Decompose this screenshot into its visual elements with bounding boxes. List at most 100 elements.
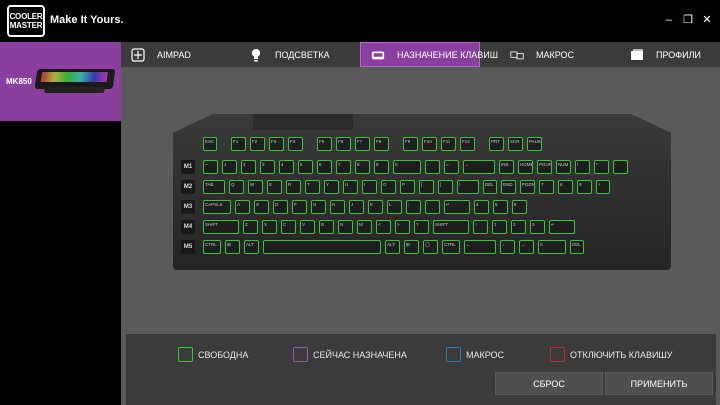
close-icon[interactable]: ✕ [701,14,713,26]
key-2-2[interactable]: W [248,180,263,194]
key-4-10[interactable]: ? [414,220,429,234]
key-2-11[interactable]: [ [419,180,434,194]
macro-key-m5[interactable]: M5 [181,240,195,254]
key-3-12[interactable]: ↵ [444,200,470,214]
key-1-18[interactable]: / [575,160,590,174]
key-1-14[interactable]: INS [499,160,514,174]
key-1-5[interactable]: 5 [298,160,313,174]
key-0-10[interactable]: F10 [422,137,437,151]
key-5-0[interactable]: CTRL [203,240,221,254]
key-5-6[interactable]: ◯ [423,240,438,254]
key-0-6[interactable]: F6 [336,137,351,151]
key-1-13[interactable]: ← [463,160,495,174]
key-1-6[interactable]: 6 [317,160,332,174]
key-2-12[interactable]: ] [438,180,453,194]
key-2-20[interactable]: + [596,180,610,194]
key-5-5[interactable]: ⊞ [404,240,419,254]
tab-key-assignment[interactable]: НАЗНАЧЕНИЕ КЛАВИШ [360,42,498,67]
key-1-17[interactable]: NUM [556,160,571,174]
key-3-4[interactable]: F [292,200,307,214]
key-1-9[interactable]: 9 [374,160,389,174]
tab-macro[interactable]: МАКРОС [480,42,600,67]
key-0-15[interactable]: PAUSE [527,137,542,151]
key-1-3[interactable]: 3 [260,160,275,174]
key-2-17[interactable]: 7 [539,180,554,194]
key-1-0[interactable]: ~ [203,160,218,174]
key-2-5[interactable]: T [305,180,320,194]
key-2-19[interactable]: 9 [577,180,592,194]
key-5-1[interactable]: ⊞ [225,240,240,254]
key-3-13[interactable]: 4 [474,200,489,214]
key-3-8[interactable]: K [368,200,383,214]
key-3-14[interactable]: 5 [493,200,508,214]
key-5-12[interactable]: DEL [570,240,584,254]
key-0-4[interactable]: F4 [288,137,303,151]
key-4-3[interactable]: C [281,220,296,234]
key-0-7[interactable]: F7 [355,137,370,151]
key-4-7[interactable]: M [357,220,372,234]
tab-profiles[interactable]: ПРОФИЛИ [600,42,720,67]
key-2-9[interactable]: O [381,180,396,194]
key-0-12[interactable]: F12 [460,137,475,151]
key-2-0[interactable]: TAB [203,180,225,194]
tab-lighting[interactable]: ПОДСВЕТКА [239,42,360,67]
key-5-9[interactable]: ↓ [500,240,515,254]
key-5-11[interactable]: 0 [538,240,566,254]
key-4-0[interactable]: SHIFT [203,220,239,234]
macro-key-m1[interactable]: M1 [181,160,195,174]
key-4-16[interactable]: ↵ [549,220,575,234]
key-1-10[interactable]: 0 [393,160,421,174]
key-2-13[interactable]: \ [457,180,479,194]
key-2-10[interactable]: P [400,180,415,194]
reset-button[interactable]: СБРОС [495,372,603,395]
key-3-11[interactable]: ' [425,200,440,214]
key-4-11[interactable]: SHIFT [433,220,469,234]
key-4-9[interactable]: > [395,220,410,234]
minimize-icon[interactable]: ‒ [663,14,675,26]
key-0-1[interactable]: F1 [231,137,246,151]
apply-button[interactable]: ПРИМЕНИТЬ [605,372,713,395]
key-4-8[interactable]: < [376,220,391,234]
key-2-14[interactable]: DEL [483,180,497,194]
key-2-1[interactable]: Q [229,180,244,194]
key-1-2[interactable]: 2 [241,160,256,174]
key-4-13[interactable]: 1 [492,220,507,234]
macro-key-m2[interactable]: M2 [181,180,195,194]
key-1-4[interactable]: 4 [279,160,294,174]
key-3-0[interactable]: CAPSLK [203,200,231,214]
key-3-10[interactable]: ; [406,200,421,214]
key-1-15[interactable]: HOME [518,160,533,174]
key-3-7[interactable]: J [349,200,364,214]
key-1-16[interactable]: PGUP [537,160,552,174]
key-0-13[interactable]: PRT [489,137,504,151]
key-4-6[interactable]: N [338,220,353,234]
key-4-4[interactable]: V [300,220,315,234]
key-0-5[interactable]: F5 [317,137,332,151]
key-3-15[interactable]: 6 [512,200,527,214]
device-item-mk850[interactable]: MK850 [0,42,121,121]
key-4-5[interactable]: B [319,220,334,234]
macro-key-m4[interactable]: M4 [181,220,195,234]
key-0-0[interactable]: ESC [203,137,217,151]
key-1-7[interactable]: 7 [336,160,351,174]
key-3-9[interactable]: L [387,200,402,214]
key-1-12[interactable]: = [444,160,459,174]
key-2-6[interactable]: Y [324,180,339,194]
key-5-7[interactable]: CTRL [442,240,460,254]
key-3-3[interactable]: D [273,200,288,214]
macro-key-m3[interactable]: M3 [181,200,195,214]
key-1-8[interactable]: 8 [355,160,370,174]
key-2-3[interactable]: E [267,180,282,194]
key-5-10[interactable]: → [519,240,534,254]
key-2-8[interactable]: I [362,180,377,194]
key-1-1[interactable]: 1 [222,160,237,174]
key-1-11[interactable]: - [425,160,440,174]
key-3-1[interactable]: A [235,200,250,214]
key-4-1[interactable]: Z [243,220,258,234]
key-2-7[interactable]: U [343,180,358,194]
key-0-11[interactable]: F11 [441,137,456,151]
key-1-20[interactable]: - [613,160,628,174]
key-3-2[interactable]: S [254,200,269,214]
key-2-4[interactable]: R [286,180,301,194]
key-0-2[interactable]: F2 [250,137,265,151]
